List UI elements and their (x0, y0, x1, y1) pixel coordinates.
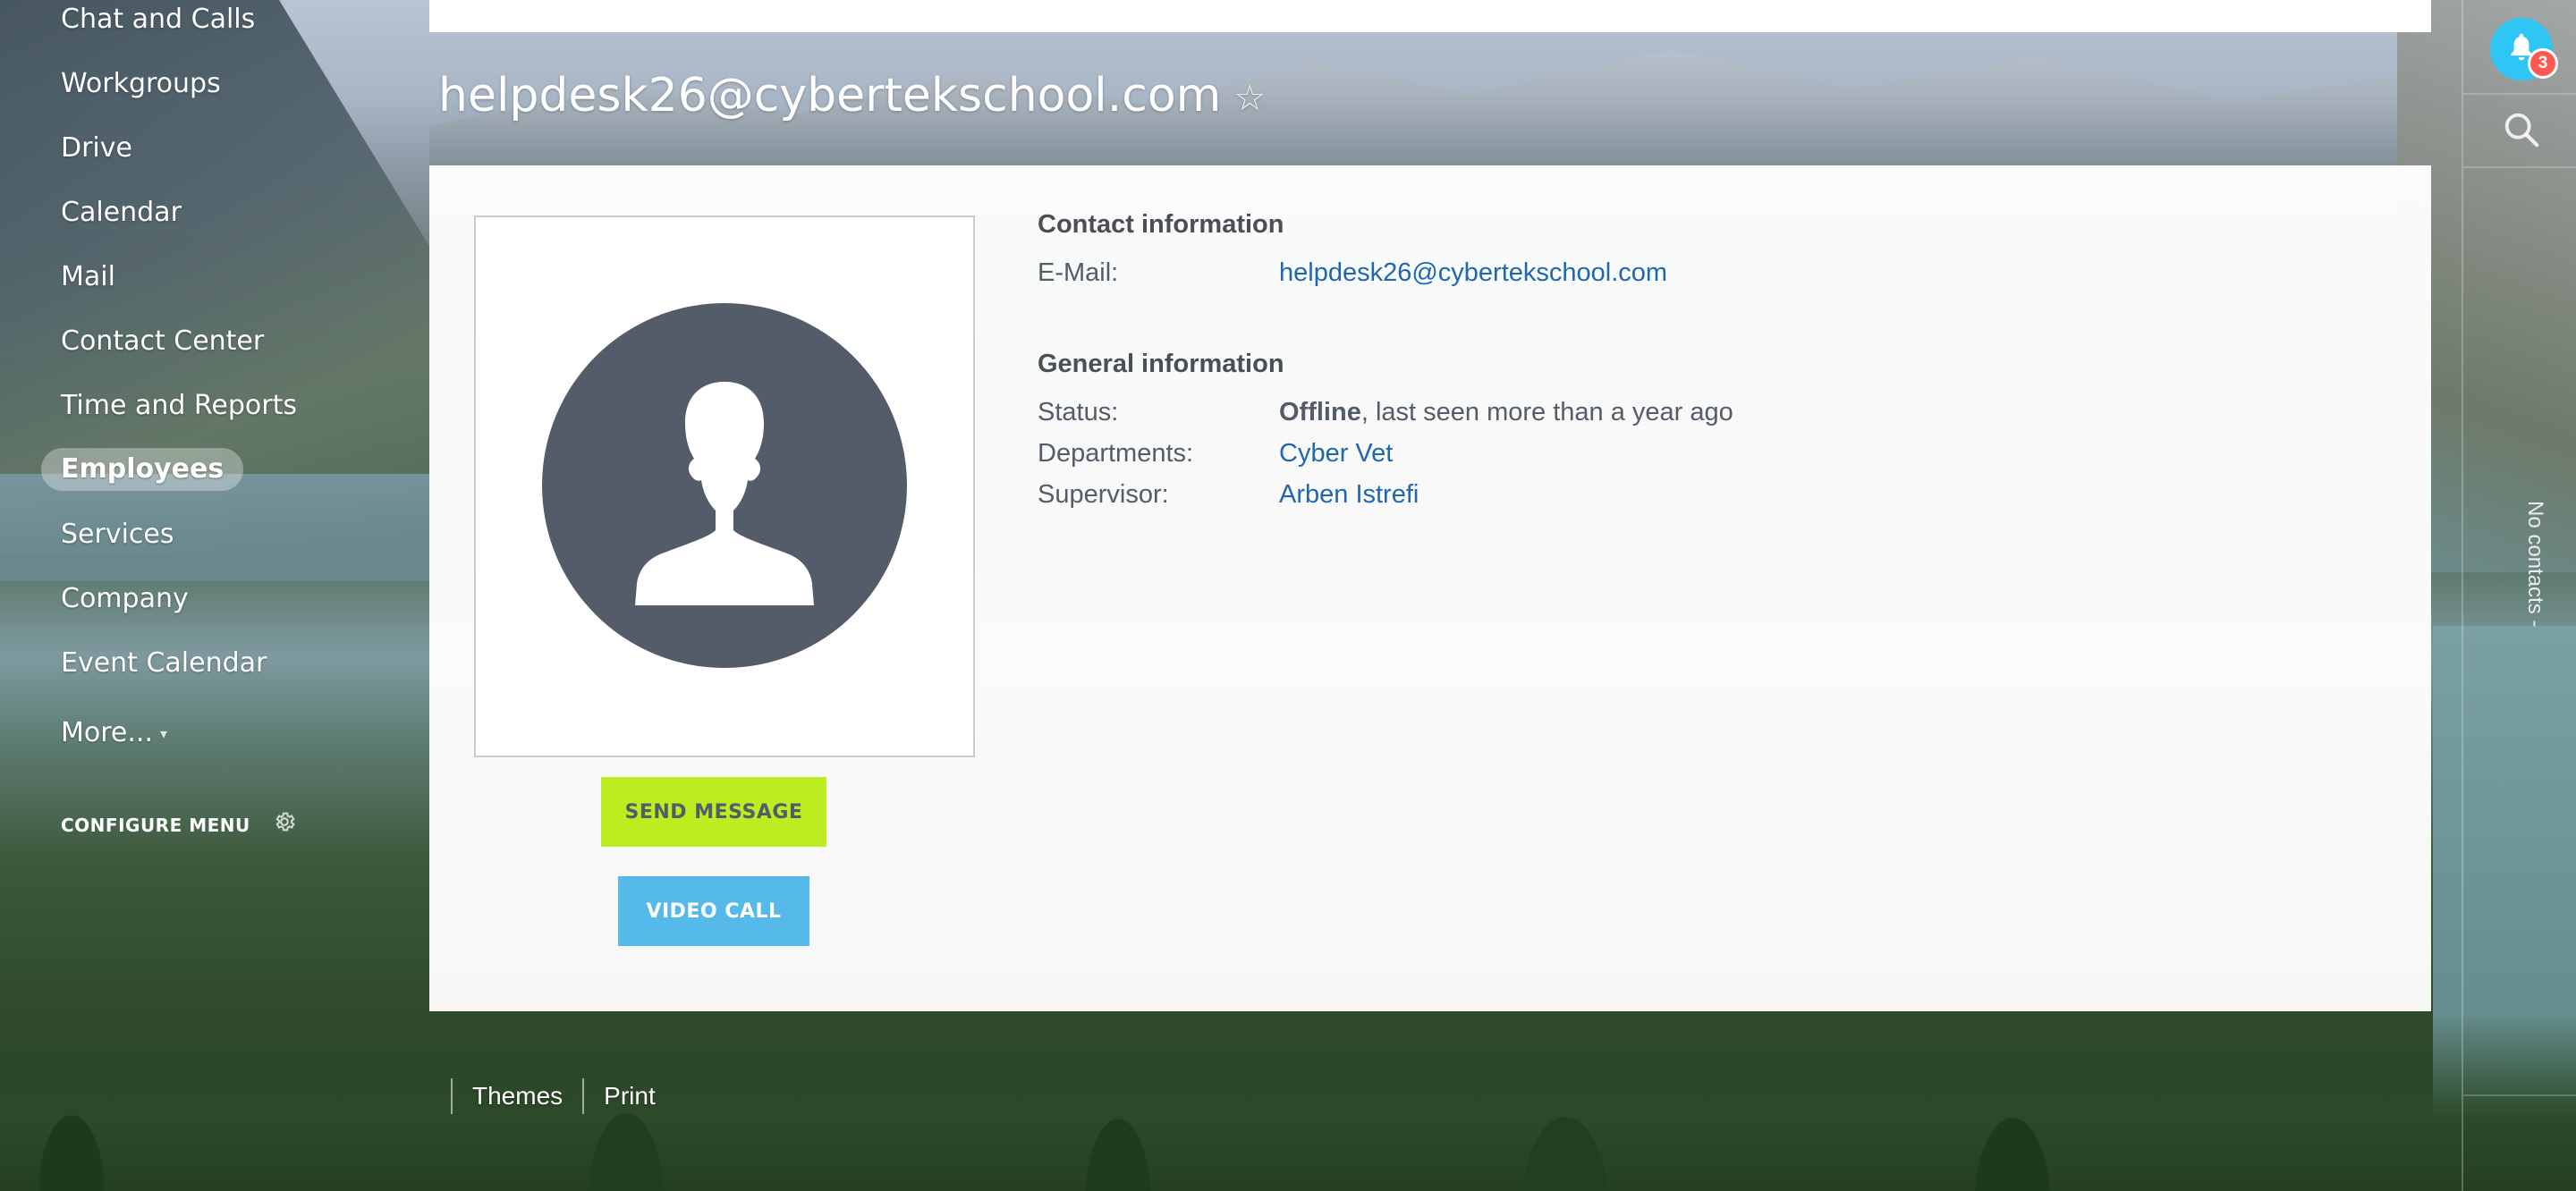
page-title: helpdesk26@cybertekschool.com ☆ (438, 64, 1266, 127)
supervisor-link[interactable]: Arben Istrefi (1279, 480, 1419, 510)
notification-count-badge: 3 (2528, 48, 2558, 79)
configure-menu-label: CONFIGURE MENU (61, 815, 250, 836)
menu-item-chat-and-calls[interactable]: Chat and Calls (61, 0, 255, 39)
menu-item-services[interactable]: Services (61, 515, 174, 554)
left-menu: Chat and Calls Workgroups Drive Calendar… (0, 0, 429, 1191)
page-title-text: helpdesk26@cybertekschool.com (438, 69, 1222, 122)
department-link[interactable]: Cyber Vet (1279, 439, 1393, 469)
send-message-button[interactable]: SEND MESSAGE (601, 777, 826, 847)
menu-item-drive[interactable]: Drive (61, 129, 132, 168)
no-contacts-label: No contacts - (2523, 501, 2547, 628)
chevron-down-icon: ▾ (159, 724, 168, 742)
email-label: E-Mail: (1038, 258, 1119, 287)
rail-divider (2463, 1094, 2576, 1096)
footer: Themes Print (451, 1078, 675, 1114)
departments-label: Departments: (1038, 439, 1194, 468)
video-call-button[interactable]: VIDEO CALL (618, 876, 809, 946)
status-value: Offline, last seen more than a year ago (1279, 398, 1733, 427)
menu-item-calendar[interactable]: Calendar (61, 193, 182, 232)
search-icon[interactable] (2501, 109, 2542, 150)
star-icon[interactable]: ☆ (1233, 67, 1266, 130)
themes-link[interactable]: Themes (451, 1078, 582, 1114)
status-offline: Offline (1279, 398, 1361, 427)
user-silhouette-icon (542, 303, 907, 668)
print-link[interactable]: Print (582, 1078, 675, 1114)
general-information-title: General information (1038, 350, 1284, 378)
email-link[interactable]: helpdesk26@cybertekschool.com (1279, 258, 1667, 288)
menu-item-event-calendar[interactable]: Event Calendar (61, 644, 267, 683)
supervisor-label: Supervisor: (1038, 480, 1169, 509)
menu-item-contact-center[interactable]: Contact Center (61, 322, 264, 361)
right-sidebar: 3 No contacts - (2462, 0, 2576, 1191)
configure-menu-button[interactable]: CONFIGURE MENU (61, 809, 296, 841)
status-last-seen: , last seen more than a year ago (1360, 398, 1733, 427)
contact-information-title: Contact information (1038, 210, 1284, 239)
profile-panel: SEND MESSAGE VIDEO CALL Contact informat… (429, 165, 2431, 1011)
menu-item-more-label: More... (61, 717, 153, 748)
rail-divider (2463, 166, 2576, 168)
notifications-button[interactable]: 3 (2490, 18, 2558, 80)
status-label: Status: (1038, 398, 1119, 427)
rail-divider (2463, 93, 2576, 95)
gear-icon (273, 810, 296, 843)
menu-item-more[interactable]: More... ▾ (61, 714, 167, 753)
menu-item-workgroups[interactable]: Workgroups (61, 64, 221, 104)
top-bar (429, 0, 2431, 32)
menu-item-time-and-reports[interactable]: Time and Reports (61, 386, 297, 426)
menu-item-company[interactable]: Company (61, 579, 189, 619)
menu-item-mail[interactable]: Mail (61, 258, 115, 297)
menu-item-employees[interactable]: Employees (41, 448, 244, 491)
profile-photo-frame (474, 215, 975, 757)
